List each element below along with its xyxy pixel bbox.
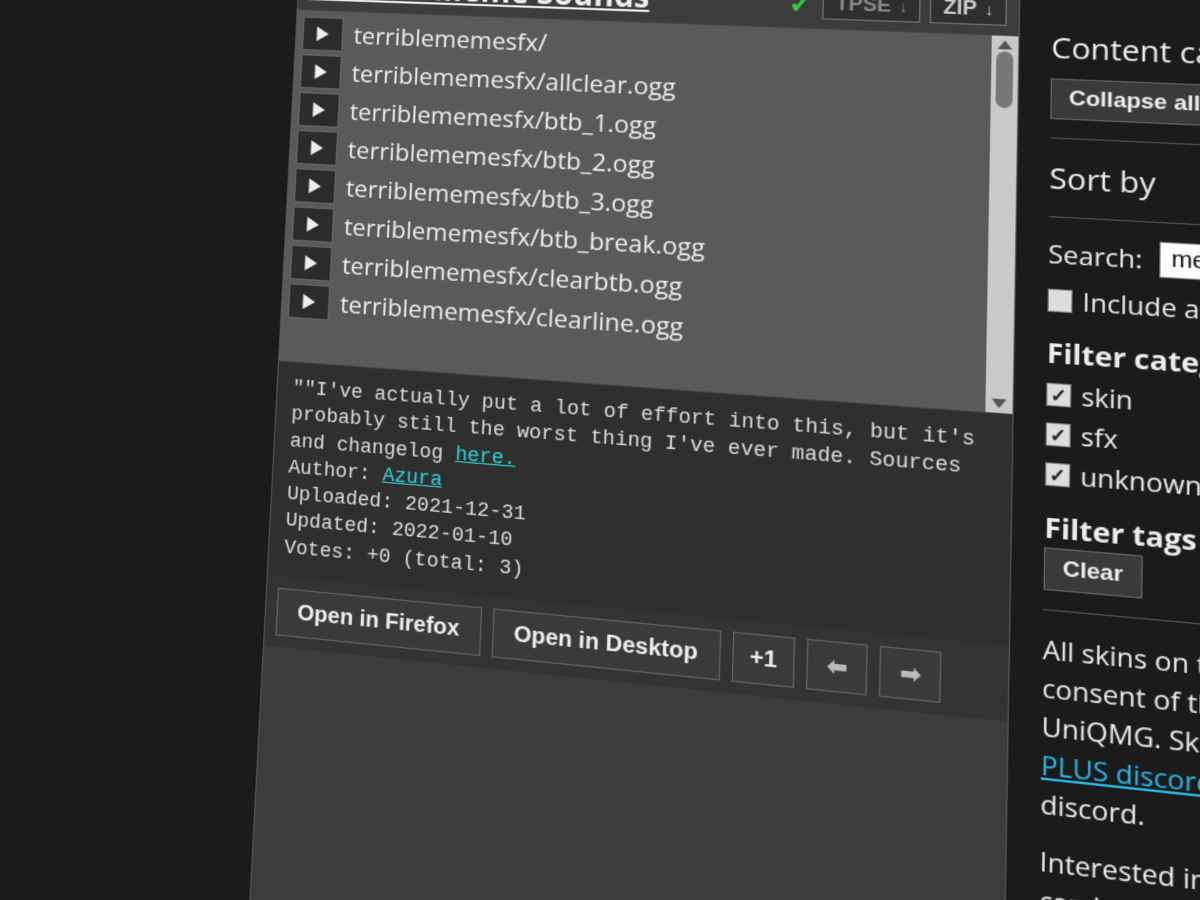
collapse-all-button[interactable]: Collapse all (1050, 78, 1200, 126)
zip-download-button[interactable]: ZIP (930, 0, 1007, 25)
votes-label: Votes: (284, 537, 368, 567)
category-checkbox[interactable] (1045, 462, 1070, 488)
file-name: terriblememesfx/ (353, 19, 548, 58)
next-button[interactable] (879, 646, 942, 703)
open-firefox-button[interactable]: Open in Firefox (275, 588, 481, 656)
play-icon (307, 178, 323, 194)
sidebar-info-text: All skins on this si consent of the art … (1037, 632, 1200, 900)
prev-button[interactable] (806, 639, 868, 696)
play-button[interactable] (292, 206, 334, 243)
arrow-right-icon (898, 658, 923, 677)
play-button[interactable] (300, 54, 342, 89)
play-button[interactable] (296, 130, 338, 166)
category-checkbox[interactable] (1046, 422, 1071, 447)
play-button[interactable] (302, 17, 344, 52)
tpse-download-button[interactable]: TPSE (823, 0, 922, 22)
play-icon (313, 64, 329, 79)
search-label: Search: (1048, 236, 1142, 276)
category-checkbox[interactable] (1046, 382, 1071, 407)
category-label: skin (1081, 379, 1133, 418)
author-link[interactable]: Azura (382, 465, 443, 492)
play-icon (311, 102, 327, 117)
open-desktop-button[interactable]: Open in Desktop (491, 609, 721, 681)
play-icon (309, 140, 325, 156)
arrow-left-icon (825, 651, 850, 670)
skin-card: Terrible Meme Sounds ✓ TPSE ZIP terrible… (236, 0, 1021, 900)
include-author-checkbox[interactable] (1047, 288, 1072, 313)
sort-label: Sort by (1049, 157, 1156, 204)
file-list: terriblememesfx/terriblememesfx/allclear… (279, 10, 992, 412)
file-list-area: terriblememesfx/terriblememesfx/allclear… (279, 9, 1018, 415)
play-button[interactable] (288, 283, 330, 320)
play-icon (301, 294, 317, 310)
sidebar: 1 (1) Content can be Collapse all P Sort… (1023, 0, 1200, 900)
file-list-scrollbar[interactable] (985, 35, 1018, 413)
clear-tags-button[interactable]: Clear (1043, 547, 1142, 599)
play-icon (315, 26, 331, 41)
play-icon (303, 255, 319, 271)
category-label: unknown (1080, 459, 1200, 504)
search-input[interactable] (1160, 242, 1200, 290)
scroll-down-icon[interactable] (992, 398, 1007, 408)
changelog-link[interactable]: here. (455, 444, 516, 471)
play-button[interactable] (290, 245, 332, 282)
include-author-label: Include autho (1082, 285, 1200, 331)
scroll-thumb[interactable] (995, 51, 1013, 108)
play-button[interactable] (298, 92, 340, 128)
play-button[interactable] (294, 168, 336, 204)
category-label: sfx (1081, 419, 1118, 457)
votes-value: +0 (366, 545, 391, 569)
votes-total-post: ) (511, 558, 524, 582)
upvote-button[interactable]: +1 (731, 632, 796, 688)
play-icon (305, 217, 321, 233)
download-icon (897, 0, 908, 16)
download-icon (982, 0, 993, 19)
verified-check-icon: ✓ (788, 0, 814, 22)
